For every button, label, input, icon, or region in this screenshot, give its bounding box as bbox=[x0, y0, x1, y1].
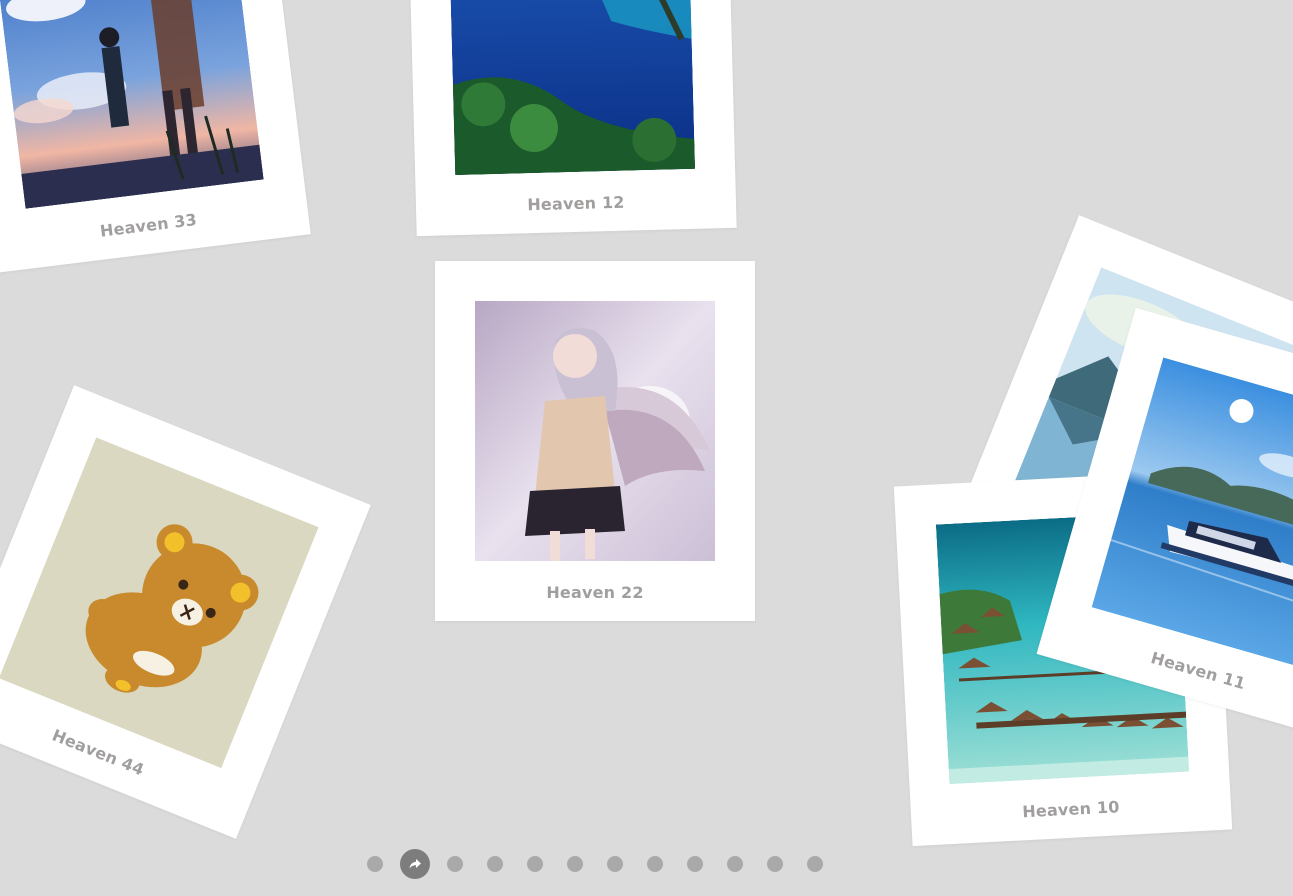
slide-pager bbox=[362, 848, 835, 880]
share-arrow-icon bbox=[407, 856, 423, 872]
pager-dot-3[interactable] bbox=[447, 856, 463, 872]
photo-image-heaven-33 bbox=[0, 0, 264, 209]
photo-image-heaven-44 bbox=[0, 437, 319, 769]
photo-card-heaven-12[interactable]: Heaven 12 bbox=[407, 0, 737, 237]
pager-dot-6[interactable] bbox=[567, 856, 583, 872]
pager-dot-8[interactable] bbox=[647, 856, 663, 872]
photo-caption: Heaven 22 bbox=[546, 583, 644, 602]
pager-dot-5[interactable] bbox=[527, 856, 543, 872]
photo-image-heaven-11 bbox=[1091, 357, 1293, 674]
pager-dot-9[interactable] bbox=[687, 856, 703, 872]
photo-caption: Heaven 12 bbox=[527, 192, 625, 215]
pager-dot-12[interactable] bbox=[807, 856, 823, 872]
photo-card-heaven-22[interactable]: Heaven 22 bbox=[435, 261, 755, 621]
photo-image-heaven-12 bbox=[448, 0, 696, 176]
pager-dot-11[interactable] bbox=[767, 856, 783, 872]
photo-wall: Heaven 33 Heaven 12 Heaven 22 Heaven 44 … bbox=[0, 0, 1293, 896]
photo-card-heaven-33[interactable]: Heaven 33 bbox=[0, 0, 311, 274]
pager-dot-7[interactable] bbox=[607, 856, 623, 872]
pager-dot-10[interactable] bbox=[727, 856, 743, 872]
photo-card-heaven-44[interactable]: Heaven 44 bbox=[0, 385, 371, 839]
pager-dot-4[interactable] bbox=[487, 856, 503, 872]
pager-dot-active[interactable] bbox=[400, 849, 430, 879]
photo-image-heaven-22 bbox=[475, 301, 715, 561]
photo-caption: Heaven 10 bbox=[1021, 797, 1121, 822]
pager-dot-1[interactable] bbox=[367, 856, 383, 872]
